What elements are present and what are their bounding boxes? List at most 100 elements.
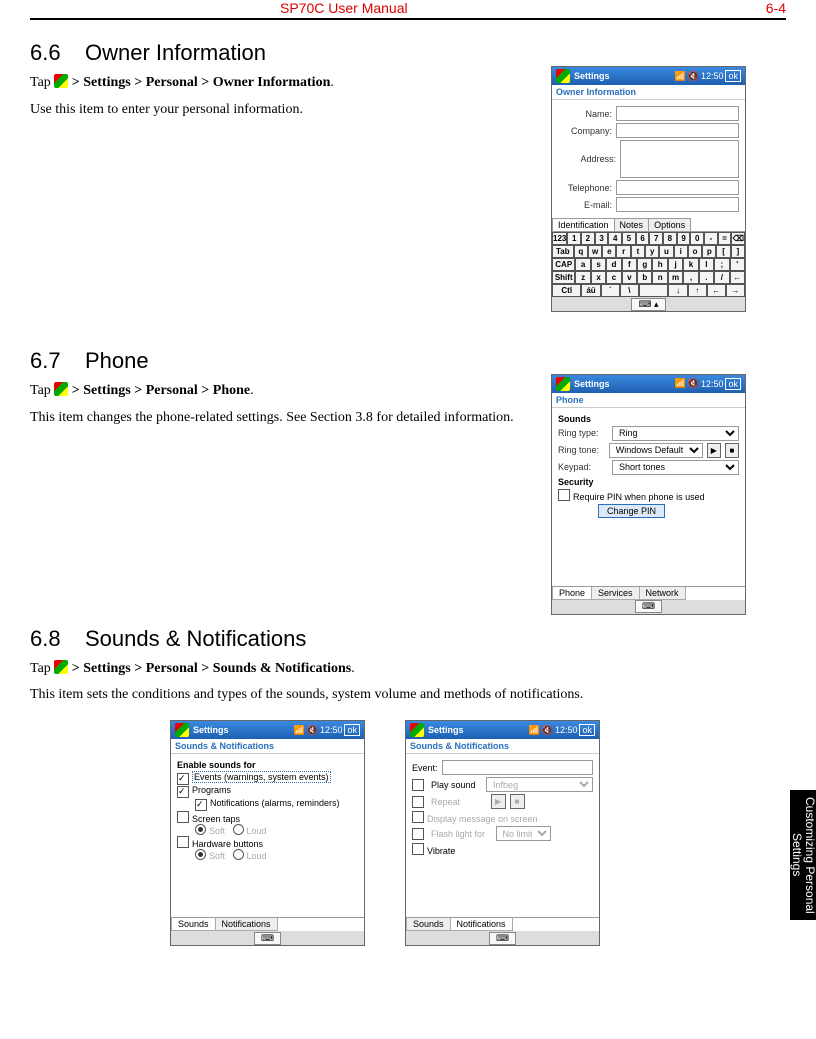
keyboard-key[interactable]: Tab — [552, 245, 574, 258]
keyboard-key[interactable]: \ — [620, 284, 639, 297]
keyboard-key[interactable]: w — [588, 245, 602, 258]
keyboard-key[interactable]: 8 — [663, 232, 677, 245]
keyboard-key[interactable]: 0 — [690, 232, 704, 245]
company-field[interactable] — [616, 123, 739, 138]
displaymsg-checkbox[interactable] — [412, 811, 424, 823]
soft-radio[interactable] — [195, 824, 206, 835]
keyboard-key[interactable]: d — [606, 258, 621, 271]
keyboard-key[interactable]: z — [575, 271, 590, 284]
vibrate-checkbox[interactable] — [412, 843, 424, 855]
keyboard-key[interactable]: áü — [581, 284, 600, 297]
event-select[interactable]: ActiveSync: Begin sync — [442, 760, 593, 775]
keyboard-key[interactable]: n — [652, 271, 667, 284]
tab-identification[interactable]: Identification — [552, 218, 615, 231]
keyboard-key[interactable]: / — [714, 271, 729, 284]
keyboard-key[interactable]: , — [683, 271, 698, 284]
stop-button[interactable]: ■ — [725, 443, 739, 458]
tab-sounds[interactable]: Sounds — [406, 918, 451, 931]
keyboard-key[interactable]: i — [674, 245, 688, 258]
tab-sounds[interactable]: Sounds — [171, 918, 216, 931]
repeat-checkbox[interactable] — [412, 796, 424, 808]
ring-type-select[interactable]: Ring — [612, 426, 739, 441]
sound-select[interactable]: Infbeg — [486, 777, 593, 792]
keyboard-key[interactable]: 2 — [581, 232, 595, 245]
ok-button[interactable]: ok — [725, 70, 741, 82]
require-pin-checkbox[interactable] — [558, 489, 570, 501]
keyboard-key[interactable]: m — [668, 271, 683, 284]
keyboard-key[interactable]: e — [602, 245, 616, 258]
tab-notifications[interactable]: Notifications — [215, 918, 278, 931]
keyboard-key[interactable]: 9 — [677, 232, 691, 245]
tab-options[interactable]: Options — [648, 218, 691, 231]
tab-notes[interactable]: Notes — [614, 218, 650, 231]
flash-select[interactable]: No limit — [496, 826, 551, 841]
keyboard-key[interactable]: [ — [716, 245, 730, 258]
keyboard-key[interactable]: x — [591, 271, 606, 284]
programs-checkbox[interactable] — [177, 786, 189, 798]
keyboard-key[interactable]: CAP — [552, 258, 575, 271]
keyboard-key[interactable]: s — [591, 258, 606, 271]
tab-phone[interactable]: Phone — [552, 587, 592, 600]
email-field[interactable] — [616, 197, 739, 212]
keyboard-key[interactable]: → — [726, 284, 745, 297]
keyboard-toggle[interactable]: ⌨ — [254, 932, 281, 945]
change-pin-button[interactable]: Change PIN — [598, 504, 665, 518]
keyboard-key[interactable]: y — [645, 245, 659, 258]
keyboard-key[interactable]: 7 — [649, 232, 663, 245]
keyboard-key[interactable]: ⌫ — [731, 232, 745, 245]
keyboard-key[interactable]: f — [622, 258, 637, 271]
keyboard-key[interactable]: ← — [707, 284, 726, 297]
flash-checkbox[interactable] — [412, 828, 424, 840]
tab-services[interactable]: Services — [591, 587, 640, 600]
events-checkbox[interactable] — [177, 773, 189, 785]
keyboard-key[interactable]: ↓ — [668, 284, 687, 297]
keyboard-key[interactable]: p — [702, 245, 716, 258]
keyboard-key[interactable]: u — [659, 245, 673, 258]
ok-button[interactable]: ok — [725, 378, 741, 390]
keyboard-key[interactable]: 5 — [622, 232, 636, 245]
keyboard-key[interactable]: k — [683, 258, 698, 271]
keyboard-key[interactable]: 1 — [567, 232, 581, 245]
keyboard-key[interactable]: . — [699, 271, 714, 284]
name-field[interactable] — [616, 106, 739, 121]
keyboard-key[interactable] — [639, 284, 668, 297]
keyboard-key[interactable]: 4 — [608, 232, 622, 245]
ring-tone-select[interactable]: Windows Default — [609, 443, 703, 458]
keyboard-key[interactable]: ← — [730, 271, 745, 284]
keyboard-key[interactable]: ` — [601, 284, 620, 297]
keyboard-toggle[interactable]: ⌨ — [489, 932, 516, 945]
keyboard-toggle[interactable]: ⌨ ▴ — [631, 298, 665, 311]
hwbuttons-checkbox[interactable] — [177, 836, 189, 848]
keyboard-key[interactable]: Ctl — [552, 284, 581, 297]
ok-button[interactable]: ok — [344, 724, 360, 736]
stop-button[interactable]: ■ — [510, 794, 525, 809]
loud-radio[interactable] — [233, 824, 244, 835]
keyboard-key[interactable]: h — [652, 258, 667, 271]
keyboard-key[interactable]: l — [699, 258, 714, 271]
ok-button[interactable]: ok — [579, 724, 595, 736]
address-field[interactable] — [620, 140, 739, 178]
tab-network[interactable]: Network — [639, 587, 686, 600]
keyboard-key[interactable]: 6 — [636, 232, 650, 245]
keyboard-key[interactable]: ; — [714, 258, 729, 271]
keyboard-key[interactable]: a — [575, 258, 590, 271]
keyboard-key[interactable]: o — [688, 245, 702, 258]
telephone-field[interactable] — [616, 180, 739, 195]
keyboard-key[interactable]: 3 — [595, 232, 609, 245]
keyboard-key[interactable]: ] — [731, 245, 745, 258]
screentaps-checkbox[interactable] — [177, 811, 189, 823]
notifications-checkbox[interactable] — [195, 799, 207, 811]
soft-radio[interactable] — [195, 849, 206, 860]
keypad-select[interactable]: Short tones — [612, 460, 739, 475]
keyboard-key[interactable]: t — [631, 245, 645, 258]
soft-keyboard[interactable]: 1231234567890-=⌫ Tabqwertyuiop[] CAPasdf… — [552, 231, 745, 297]
keyboard-key[interactable]: r — [616, 245, 630, 258]
keyboard-key[interactable]: b — [637, 271, 652, 284]
keyboard-key[interactable]: j — [668, 258, 683, 271]
tab-notifications[interactable]: Notifications — [450, 918, 513, 931]
keyboard-key[interactable]: q — [574, 245, 588, 258]
keyboard-key[interactable]: v — [622, 271, 637, 284]
playsound-checkbox[interactable] — [412, 779, 424, 791]
keyboard-key[interactable]: - — [704, 232, 718, 245]
play-button[interactable]: ▶ — [707, 443, 721, 458]
